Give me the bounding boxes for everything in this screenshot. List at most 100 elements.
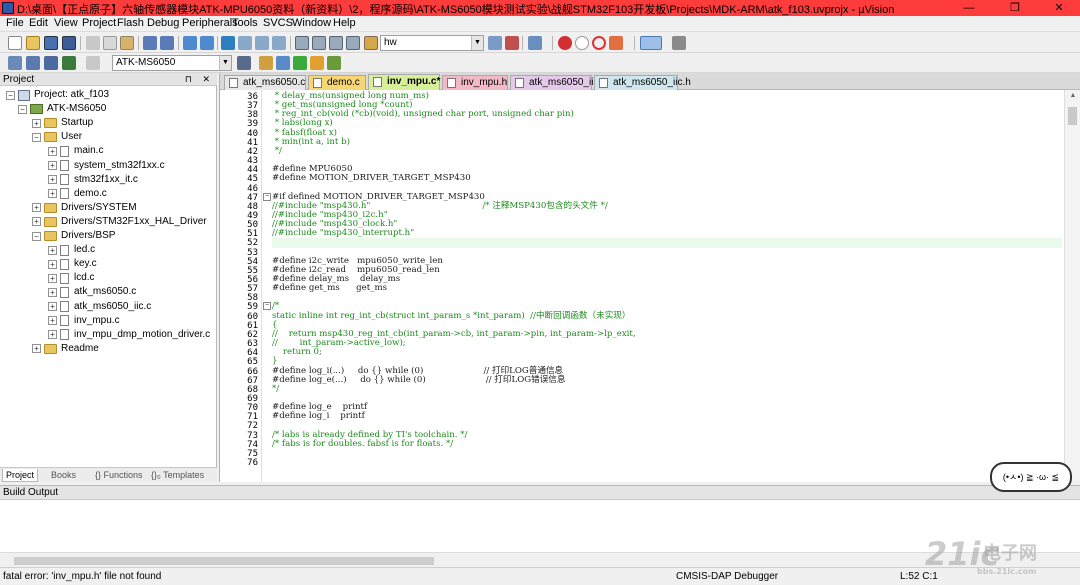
batch-build-icon[interactable] [62,56,76,70]
copy-icon[interactable] [103,36,117,50]
tree-item[interactable]: + system_stm32f1xx.c [48,159,165,173]
tree-item[interactable]: − ATK-MS6050 [18,102,106,116]
menu-help[interactable]: Help [333,17,356,29]
collapse-icon[interactable]: − [32,132,41,142]
tree-item[interactable]: − Project: atk_f103 [6,88,109,102]
editor-tab[interactable]: inv_mpu.c* [368,74,440,90]
tree-item[interactable]: + atk_ms6050_iic.c [48,300,151,314]
uncomment-icon[interactable] [346,36,360,50]
tree-item[interactable]: − Drivers/BSP [32,229,115,243]
debug-session-icon[interactable] [528,36,542,50]
undo-icon[interactable] [143,36,157,50]
expand-icon[interactable]: + [48,302,57,311]
menu-flash[interactable]: Flash [117,17,144,29]
menu-debug[interactable]: Debug [147,17,179,29]
scrollbar-thumb[interactable] [14,557,434,565]
collapse-icon[interactable]: − [6,90,15,100]
download-icon[interactable] [86,56,100,70]
tree-item[interactable]: + Startup [32,116,93,130]
tree-item[interactable]: + Drivers/STM32F1xx_HAL_Driver [32,215,207,229]
navigate-forward-icon[interactable] [200,36,214,50]
chevron-down-icon[interactable]: ▼ [471,36,483,50]
expand-icon[interactable]: + [32,203,41,213]
expand-icon[interactable]: + [48,259,57,269]
menu-project[interactable]: Project [82,17,116,29]
find-in-files-icon[interactable] [364,36,378,50]
collapse-icon[interactable]: − [32,231,41,241]
expand-icon[interactable]: + [48,287,57,297]
tree-item[interactable]: + stm32f1xx_it.c [48,173,138,187]
incremental-find-icon[interactable] [505,36,519,50]
comment-icon[interactable] [329,36,343,50]
save-icon[interactable] [44,36,58,50]
code-text-area[interactable]: * delay_ms(unsigned long num_ms) * get_m… [272,90,1062,482]
insert-bookmark-icon[interactable] [221,36,235,50]
editor-tab[interactable]: atk_ms6050_iic.c [510,75,606,90]
tab-templates[interactable]: {}₀ Templates [148,469,207,482]
expand-icon[interactable]: + [48,245,57,255]
tree-item[interactable]: + demo.c [48,187,107,201]
translate-icon[interactable] [8,56,22,70]
expand-icon[interactable]: + [32,118,41,128]
rebuild-icon[interactable] [44,56,58,70]
tree-item[interactable]: + Drivers/SYSTEM [32,201,137,215]
kill-breakpoints-icon[interactable] [592,36,606,50]
expand-icon[interactable]: + [48,161,57,170]
menu-peripherals[interactable]: Peripherals [182,17,238,29]
expand-icon[interactable]: + [48,330,57,340]
vertical-scrollbar[interactable]: ▲ [1064,90,1080,482]
menu-view[interactable]: View [54,17,78,29]
tree-item[interactable]: + main.c [48,144,103,158]
minimize-button[interactable]: — [946,0,992,16]
target-options-icon[interactable] [237,56,251,70]
disable-breakpoint-icon[interactable] [575,36,589,50]
open-folder-icon[interactable] [26,36,40,50]
navigate-back-icon[interactable] [183,36,197,50]
tree-item[interactable]: + inv_mpu.c [48,314,120,328]
clear-bookmarks-icon[interactable] [272,36,286,50]
editor-tab[interactable]: inv_mpu.h [442,75,508,90]
panel-pin-close-icons[interactable]: ⊓ ✕ [185,73,214,86]
menu-file[interactable]: File [6,17,24,29]
previous-bookmark-icon[interactable] [238,36,252,50]
tab-project[interactable]: Project [2,469,39,482]
build-icon[interactable] [26,56,40,70]
options-icon[interactable] [609,36,623,50]
new-file-icon[interactable] [8,36,22,50]
collapse-icon[interactable]: − [18,104,27,114]
configure-icon[interactable] [672,36,686,50]
maximize-button[interactable]: ❐ [992,0,1038,16]
expand-icon[interactable]: + [32,344,41,354]
close-button[interactable]: ✕ [1036,0,1080,16]
indent-icon[interactable] [295,36,309,50]
expand-icon[interactable]: + [48,273,57,283]
paste-icon[interactable] [120,36,134,50]
editor-tab[interactable]: atk_ms6050_iic.h [594,75,691,90]
file-extensions-icon[interactable] [259,56,273,70]
tree-item[interactable]: − User [32,130,82,144]
menu-window[interactable]: Window [292,17,331,29]
menu-edit[interactable]: Edit [29,17,48,29]
unindent-icon[interactable] [312,36,326,50]
menu-tools[interactable]: Tools [232,17,258,29]
expand-icon[interactable]: + [32,217,41,227]
tab-books[interactable]: Books [48,469,79,482]
tree-item[interactable]: + key.c [48,257,97,271]
expand-icon[interactable]: + [48,175,57,185]
pack-installer-icon[interactable] [310,56,324,70]
tree-item[interactable]: + Readme [32,342,99,356]
fold-toggle-icon[interactable]: − [263,302,271,311]
breakpoint-icon[interactable] [558,36,572,50]
tree-item[interactable]: + atk_ms6050.c [48,285,136,299]
manage-components-icon[interactable] [276,56,290,70]
target-select[interactable]: ATK-MS6050 ▼ [112,55,232,71]
fold-toggle-icon[interactable]: − [263,192,271,201]
expand-icon[interactable]: + [48,316,57,326]
tree-item[interactable]: + led.c [48,243,95,257]
find-combo[interactable]: hw ▼ [380,35,484,51]
editor-tab[interactable]: demo.c [308,75,366,90]
expand-icon[interactable]: + [48,189,57,199]
menu-svcs[interactable]: SVCS [263,17,293,29]
window-layout-icon[interactable] [640,36,662,50]
run-time-environment-icon[interactable] [327,56,341,70]
